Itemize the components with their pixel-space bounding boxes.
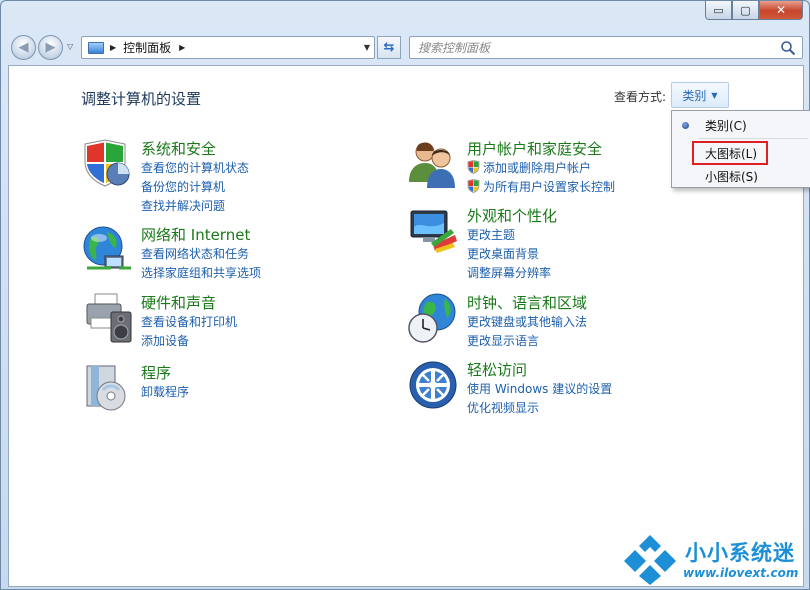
link-change-keyboard-input[interactable]: 更改键盘或其他输入法: [467, 313, 587, 330]
hardware-sound-icon: [86, 293, 132, 343]
programs-icon: [86, 365, 126, 411]
menu-item-category[interactable]: 类别(C): [672, 114, 810, 136]
arrow-left-icon: ◀: [18, 40, 29, 55]
maximize-button[interactable]: ▢: [732, 1, 759, 20]
watermark-logo-icon: [624, 535, 676, 585]
user-accounts-icon: [409, 142, 455, 188]
page-title: 调整计算机的设置: [81, 90, 202, 108]
link-text: 为所有用户设置家长控制: [483, 180, 616, 194]
search-input[interactable]: [418, 40, 768, 55]
chevron-down-icon: ▼: [711, 90, 718, 100]
watermark-title: 小小系统迷: [685, 541, 795, 565]
category-ease-of-access: 轻松访问 使用 Windows 建议的设置 优化视频显示: [407, 359, 727, 415]
category-title[interactable]: 程序: [141, 362, 171, 383]
recent-pages-dropdown[interactable]: ▽: [67, 42, 73, 51]
menu-item-label: 类别(C): [705, 118, 747, 133]
category-user-accounts: 用户帐户和家庭安全 添加或删除用户帐户 为所有用户设置家长控制: [407, 138, 727, 194]
category-title[interactable]: 时钟、语言和区域: [467, 292, 587, 313]
network-internet-icon: [83, 226, 131, 270]
category-title[interactable]: 外观和个性化: [467, 205, 557, 226]
forward-button[interactable]: ▶: [38, 35, 63, 60]
category-system-security: 系统和安全 查看您的计算机状态 备份您的计算机 查找并解决问题: [81, 138, 381, 213]
link-uninstall-program[interactable]: 卸载程序: [141, 383, 189, 400]
link-check-computer-status[interactable]: 查看您的计算机状态: [141, 159, 249, 176]
site-watermark: 小小系统迷 www.ilovext.com: [613, 531, 803, 587]
link-find-fix-problems[interactable]: 查找并解决问题: [141, 197, 225, 214]
category-appearance: 外观和个性化 更改主题 更改桌面背景 调整屏幕分辨率: [407, 205, 727, 280]
uac-shield-icon: [467, 160, 480, 174]
arrow-right-icon: ▶: [45, 40, 56, 55]
close-button[interactable]: ✕: [759, 1, 803, 20]
search-box[interactable]: [409, 36, 803, 59]
control-panel-icon: [88, 41, 104, 54]
link-parental-controls[interactable]: 为所有用户设置家长控制: [467, 178, 615, 195]
clock-language-icon: [408, 293, 456, 343]
link-optimize-video-display[interactable]: 优化视频显示: [467, 399, 539, 416]
link-add-device[interactable]: 添加设备: [141, 332, 189, 349]
category-title[interactable]: 系统和安全: [141, 138, 216, 159]
category-title[interactable]: 网络和 Internet: [141, 224, 250, 245]
breadcrumb-arrow-icon[interactable]: ▶: [179, 43, 185, 52]
radio-selected-icon: [682, 122, 689, 129]
watermark-url: www.ilovext.com: [683, 566, 799, 580]
breadcrumb-arrow-icon[interactable]: ▶: [110, 43, 116, 52]
category-programs: 程序 卸载程序: [81, 362, 381, 412]
link-network-status[interactable]: 查看网络状态和任务: [141, 245, 249, 262]
link-change-display-language[interactable]: 更改显示语言: [467, 332, 539, 349]
link-homegroup-sharing[interactable]: 选择家庭组和共享选项: [141, 264, 261, 281]
view-by-value: 类别: [682, 88, 707, 103]
link-change-theme[interactable]: 更改主题: [467, 226, 515, 243]
back-button[interactable]: ◀: [11, 35, 36, 60]
category-title[interactable]: 轻松访问: [467, 359, 527, 380]
appearance-icon: [410, 210, 457, 253]
uac-shield-icon: [467, 179, 480, 193]
refresh-icon: ⇆: [383, 40, 395, 55]
link-devices-printers[interactable]: 查看设备和打印机: [141, 313, 237, 330]
category-hardware-sound: 硬件和声音 查看设备和打印机 添加设备: [81, 292, 381, 348]
link-change-desktop-background[interactable]: 更改桌面背景: [467, 245, 539, 262]
link-backup-computer[interactable]: 备份您的计算机: [141, 178, 225, 195]
category-title[interactable]: 硬件和声音: [141, 292, 216, 313]
view-by-dropdown[interactable]: 类别 ▼: [671, 82, 729, 108]
navigation-bar: ◀ ▶ ▽ ▶ 控制面板 ▶ ▼ ⇆: [9, 33, 803, 61]
category-network-internet: 网络和 Internet 查看网络状态和任务 选择家庭组和共享选项: [81, 224, 381, 280]
search-icon[interactable]: [780, 40, 796, 56]
category-title[interactable]: 用户帐户和家庭安全: [467, 138, 602, 159]
ease-of-access-icon: [409, 361, 457, 409]
minimize-button[interactable]: ▭: [705, 1, 732, 20]
link-recommended-settings[interactable]: 使用 Windows 建议的设置: [467, 380, 612, 397]
link-text: 添加或删除用户帐户: [483, 161, 592, 175]
category-clock-language: 时钟、语言和区域 更改键盘或其他输入法 更改显示语言: [407, 292, 727, 348]
system-security-icon: [84, 139, 130, 187]
control-panel-window: ▭ ▢ ✕ ◀ ▶ ▽ ▶ 控制面板 ▶ ▼ ⇆ 调整计算: [0, 0, 810, 590]
breadcrumb-control-panel[interactable]: 控制面板: [123, 39, 171, 56]
caption-buttons: ▭ ▢ ✕: [705, 1, 803, 20]
link-adjust-resolution[interactable]: 调整屏幕分辨率: [467, 264, 551, 281]
view-by-label: 查看方式:: [614, 90, 667, 104]
refresh-button[interactable]: ⇆: [377, 36, 401, 59]
content-area: 调整计算机的设置 查看方式: 类别 ▼ 类别(C) 大图标(L) 小图标(S): [8, 65, 810, 587]
address-dropdown-icon[interactable]: ▼: [364, 43, 370, 52]
link-add-remove-accounts[interactable]: 添加或删除用户帐户: [467, 159, 591, 176]
address-bar[interactable]: ▶ 控制面板 ▶ ▼: [81, 36, 375, 59]
